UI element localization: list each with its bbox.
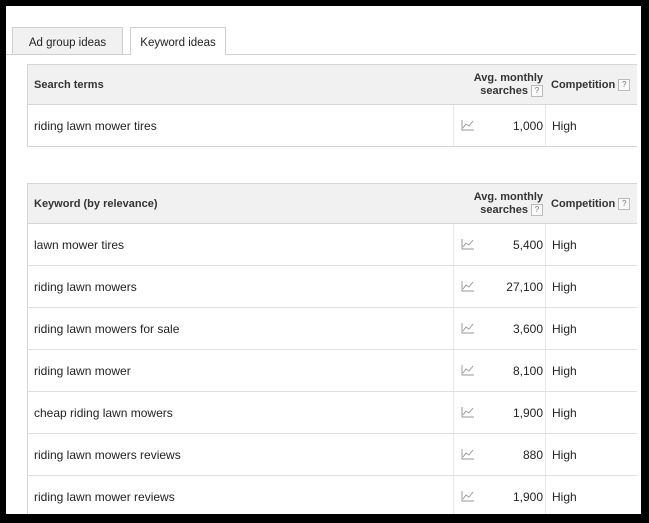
keyword-planner-panel: Ad group ideas Keyword ideas Search term…	[6, 6, 641, 514]
competition-value: High	[545, 266, 577, 307]
column-header-competition[interactable]: Competition?	[551, 198, 631, 211]
help-icon[interactable]: ?	[618, 79, 631, 92]
keyword-text[interactable]: riding lawn mower reviews	[34, 490, 175, 504]
table-row: riding lawn mower tires 1,000 High	[28, 105, 637, 146]
trend-chart-icon[interactable]	[461, 406, 475, 418]
keyword-text[interactable]: riding lawn mower tires	[34, 119, 157, 133]
header-label: searches	[480, 85, 528, 97]
trend-cell	[453, 224, 489, 265]
avg-monthly-searches-value: 27,100	[506, 280, 543, 294]
table-row: riding lawn mower reviews 1,900 High	[28, 476, 637, 514]
tab-keyword-ideas[interactable]: Keyword ideas	[130, 27, 226, 55]
trend-cell	[453, 350, 489, 391]
competition-value: High	[545, 308, 577, 349]
competition-value: High	[545, 224, 577, 265]
keyword-text[interactable]: riding lawn mowers	[34, 280, 137, 294]
header-label: searches	[480, 204, 528, 216]
competition-value: High	[545, 476, 577, 514]
avg-monthly-searches-value: 5,400	[512, 238, 543, 252]
avg-monthly-searches-value: 8,100	[512, 364, 543, 378]
help-icon[interactable]: ?	[531, 204, 543, 217]
competition-value: High	[545, 350, 577, 391]
competition-value: High	[545, 434, 577, 475]
tab-bar: Ad group ideas Keyword ideas	[6, 27, 636, 55]
header-label: Avg. monthly	[473, 72, 543, 84]
avg-monthly-searches-value: 880	[522, 448, 543, 462]
trend-cell	[453, 105, 489, 146]
trend-chart-icon[interactable]	[461, 238, 475, 250]
table-row: riding lawn mowers for sale 3,600 High	[28, 308, 637, 350]
table-header: Keyword (by relevance) Avg. monthly sear…	[28, 184, 637, 224]
keyword-text[interactable]: riding lawn mowers reviews	[34, 448, 181, 462]
keyword-text[interactable]: lawn mower tires	[34, 238, 124, 252]
table-row: riding lawn mowers reviews 880 High	[28, 434, 637, 476]
competition-value: High	[545, 392, 577, 433]
trend-chart-icon[interactable]	[461, 490, 475, 502]
avg-monthly-searches-value: 3,600	[512, 322, 543, 336]
trend-chart-icon[interactable]	[461, 322, 475, 334]
avg-monthly-searches-value: 1,900	[512, 406, 543, 420]
keyword-text[interactable]: riding lawn mower	[34, 364, 131, 378]
column-header-competition[interactable]: Competition?	[551, 79, 631, 92]
column-header-search-terms[interactable]: Search terms	[34, 79, 104, 91]
trend-chart-icon[interactable]	[461, 448, 475, 460]
keyword-text[interactable]: cheap riding lawn mowers	[34, 406, 173, 420]
trend-chart-icon[interactable]	[461, 364, 475, 376]
table-row: cheap riding lawn mowers 1,900 High	[28, 392, 637, 434]
help-icon[interactable]: ?	[618, 198, 631, 211]
competition-value: High	[545, 105, 577, 146]
trend-cell	[453, 434, 489, 475]
trend-chart-icon[interactable]	[461, 280, 475, 292]
avg-monthly-searches-value: 1,900	[512, 490, 543, 504]
tab-ad-group-ideas[interactable]: Ad group ideas	[12, 27, 123, 54]
trend-cell	[453, 392, 489, 433]
search-terms-table: Search terms Avg. monthly searches? Comp…	[27, 64, 637, 147]
trend-cell	[453, 476, 489, 514]
column-header-keyword-relevance[interactable]: Keyword (by relevance)	[34, 198, 158, 210]
trend-chart-icon[interactable]	[461, 119, 475, 131]
header-label: Competition	[551, 79, 616, 91]
trend-cell	[453, 308, 489, 349]
column-header-avg-monthly-searches[interactable]: Avg. monthly searches?	[474, 191, 543, 217]
table-row: riding lawn mower 8,100 High	[28, 350, 637, 392]
help-icon[interactable]: ?	[531, 85, 543, 98]
header-label: Competition	[551, 198, 616, 210]
table-row: lawn mower tires 5,400 High	[28, 224, 637, 266]
keyword-ideas-table: Keyword (by relevance) Avg. monthly sear…	[27, 183, 637, 514]
table-header: Search terms Avg. monthly searches? Comp…	[28, 65, 637, 105]
keyword-text[interactable]: riding lawn mowers for sale	[34, 322, 179, 336]
table-row: riding lawn mowers 27,100 High	[28, 266, 637, 308]
column-header-avg-monthly-searches[interactable]: Avg. monthly searches?	[474, 72, 543, 98]
trend-cell	[453, 266, 489, 307]
header-label: Avg. monthly	[473, 191, 543, 203]
avg-monthly-searches-value: 1,000	[512, 119, 543, 133]
